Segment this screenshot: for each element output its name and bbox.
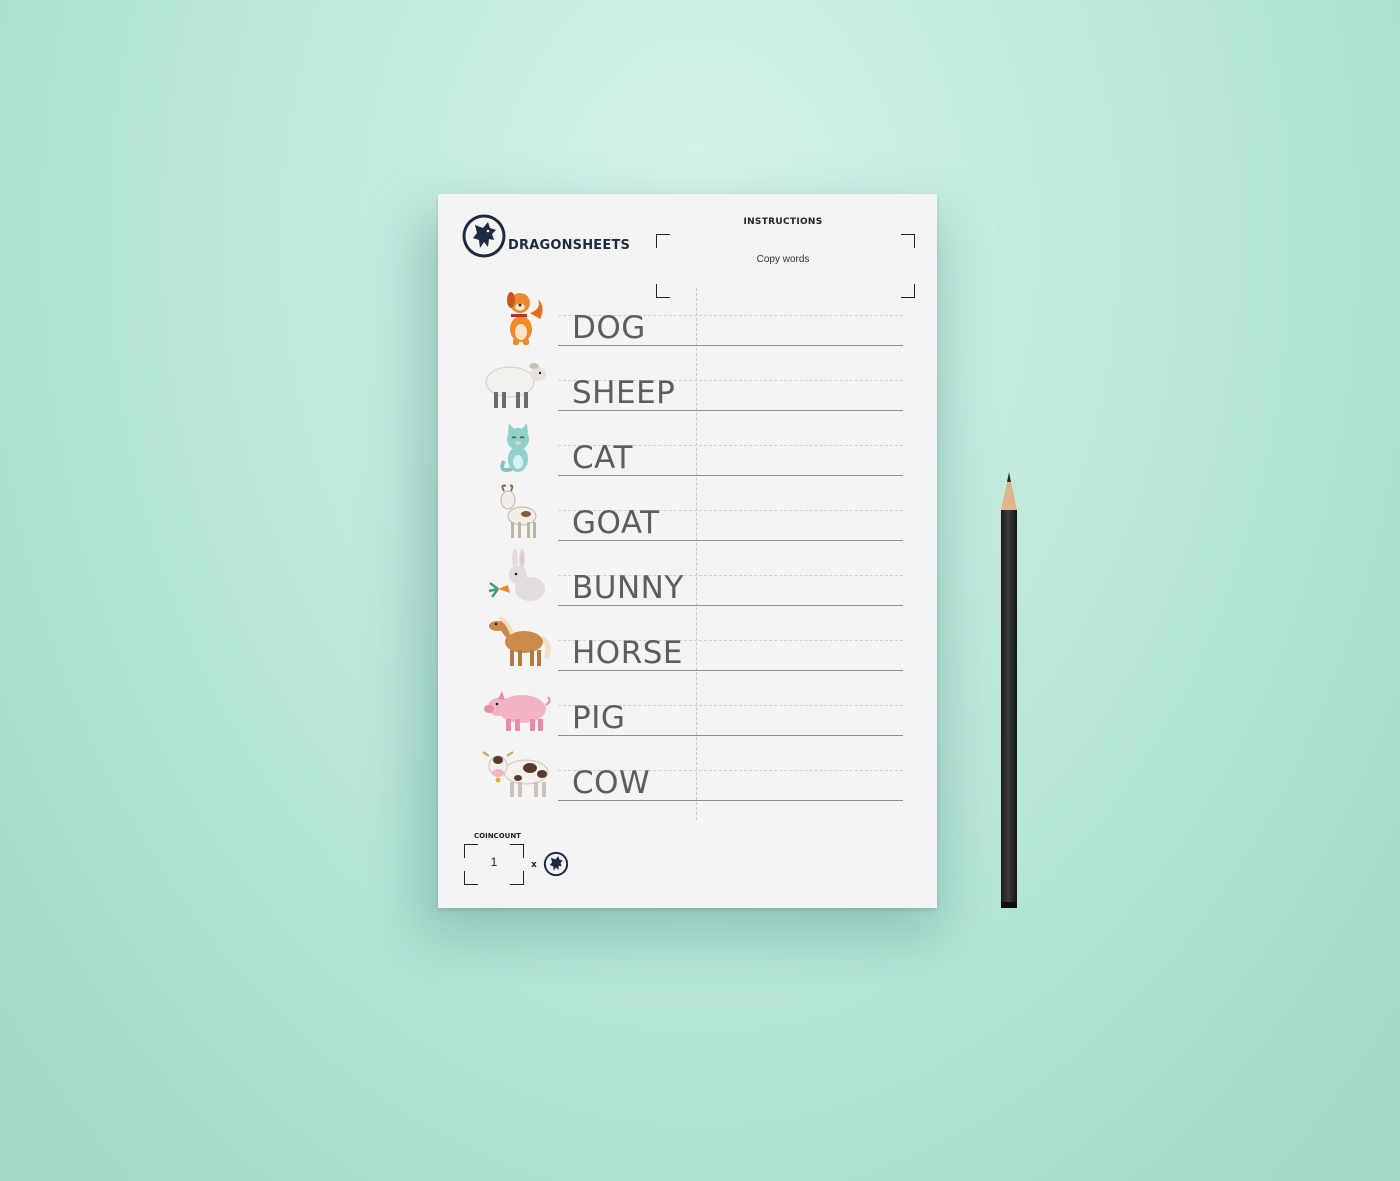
cat-icon bbox=[500, 423, 529, 472]
word-row-horse: HORSE bbox=[438, 612, 937, 674]
instructions-corner-tr bbox=[901, 234, 915, 248]
word-label: DOG bbox=[572, 310, 646, 346]
cow-icon bbox=[482, 751, 549, 797]
word-row-pig: PIG bbox=[438, 677, 937, 739]
coincount-corner-br bbox=[510, 871, 524, 885]
word-row-sheep: SHEEP bbox=[438, 352, 937, 414]
word-label: HORSE bbox=[572, 635, 684, 671]
word-row-goat: GOAT bbox=[438, 482, 937, 544]
coincount-label: COINCOUNT bbox=[474, 832, 521, 840]
word-row-dog: DOG bbox=[438, 287, 937, 349]
horse-icon bbox=[489, 616, 551, 666]
dragon-coin-icon bbox=[543, 851, 569, 877]
word-label: CAT bbox=[572, 440, 633, 476]
dog-icon bbox=[507, 292, 543, 345]
goat-icon bbox=[500, 484, 537, 538]
brand-name: DRAGONSHEETS bbox=[508, 238, 631, 253]
word-label: COW bbox=[572, 765, 651, 801]
word-row-cat: CAT bbox=[438, 417, 937, 479]
word-label: GOAT bbox=[572, 505, 660, 541]
pencil-icon bbox=[1001, 472, 1017, 908]
coincount-value: 1 bbox=[490, 855, 498, 869]
pig-icon bbox=[484, 691, 551, 731]
instructions-corner-tl bbox=[656, 234, 670, 248]
worksheet: DRAGONSHEETS INSTRUCTIONS Copy words DOG bbox=[438, 194, 937, 908]
word-label: PIG bbox=[572, 700, 626, 736]
word-row-cow: COW bbox=[438, 742, 937, 804]
sheep-icon bbox=[485, 363, 546, 408]
word-row-bunny: BUNNY bbox=[438, 547, 937, 609]
bunny-icon bbox=[488, 549, 545, 601]
instructions-title: INSTRUCTIONS bbox=[743, 217, 823, 227]
dragon-logo-icon bbox=[462, 214, 506, 258]
word-label: BUNNY bbox=[572, 570, 684, 606]
word-label: SHEEP bbox=[572, 375, 676, 411]
coincount-corner-bl bbox=[464, 871, 478, 885]
instructions-text: Copy words bbox=[756, 254, 810, 265]
multiply-sign: x bbox=[531, 860, 537, 870]
